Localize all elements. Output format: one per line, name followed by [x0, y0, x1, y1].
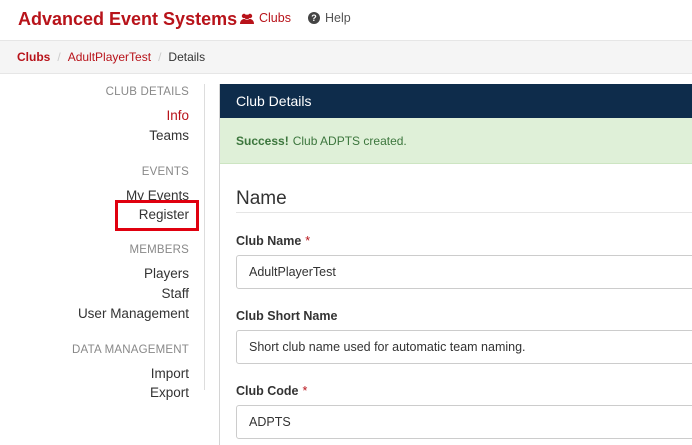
club-code-label: Club Code * [236, 384, 307, 398]
section-title-name: Name [236, 188, 287, 209]
alert-strong-text: Success! [236, 133, 289, 148]
club-name-input[interactable]: AdultPlayerTest [236, 255, 692, 289]
panel-title: Club Details [220, 84, 692, 118]
brand-logo-text[interactable]: Advanced Event Systems [18, 9, 237, 30]
sidebar-heading-club-details: CLUB DETAILS [105, 86, 189, 98]
club-name-label-text: Club Name [236, 234, 302, 248]
club-name-label: Club Name * [236, 234, 310, 248]
club-code-input[interactable]: ADPTS [236, 405, 692, 439]
club-short-name-label: Club Short Name [236, 309, 337, 323]
club-code-label-text: Club Code [236, 384, 299, 398]
sidebar-item-info[interactable]: Info [166, 108, 189, 123]
breadcrumb-separator: / [57, 50, 61, 64]
success-alert: Success! Club ADPTS created. [220, 118, 692, 164]
alert-message: Club ADPTS created. [292, 133, 407, 148]
breadcrumb-separator: / [158, 50, 162, 64]
breadcrumb-current: Details [168, 50, 206, 64]
section-divider [236, 212, 692, 213]
sidebar-heading-members: MEMBERS [129, 244, 189, 256]
club-short-name-input[interactable]: Short club name used for automatic team … [236, 330, 692, 364]
users-icon [240, 13, 254, 24]
breadcrumb-club-link[interactable]: AdultPlayerTest [68, 50, 151, 64]
nav-clubs-label: Clubs [259, 11, 291, 25]
top-navbar: Advanced Event Systems Clubs ? Help [0, 0, 692, 38]
sidebar-item-user-management[interactable]: User Management [78, 306, 189, 321]
required-marker: * [305, 234, 311, 248]
question-circle-icon: ? [308, 12, 320, 24]
club-short-name-label-text: Club Short Name [236, 309, 338, 323]
sidebar-item-players[interactable]: Players [144, 266, 189, 281]
breadcrumb: Clubs / AdultPlayerTest / Details [0, 40, 692, 74]
sidebar-item-teams[interactable]: Teams [149, 128, 189, 143]
nav-help-label: Help [325, 11, 351, 25]
nav-clubs-link[interactable]: Clubs [240, 11, 291, 25]
breadcrumb-clubs-link[interactable]: Clubs [17, 50, 50, 64]
register-highlight-box [115, 200, 199, 231]
nav-help-link[interactable]: ? Help [308, 11, 351, 25]
sidebar-divider [204, 84, 205, 390]
sidebar-heading-data-management: DATA MANAGEMENT [72, 344, 189, 356]
sidebar-item-staff[interactable]: Staff [161, 286, 189, 301]
sidebar-heading-events: EVENTS [141, 166, 189, 178]
sidebar-item-import[interactable]: Import [151, 366, 189, 381]
sidebar-item-export[interactable]: Export [150, 385, 189, 400]
required-marker: * [302, 384, 308, 398]
club-details-panel: Club Details Success! Club ADPTS created… [219, 84, 692, 445]
sidebar-nav: CLUB DETAILS Info Teams EVENTS My Events… [0, 74, 205, 445]
